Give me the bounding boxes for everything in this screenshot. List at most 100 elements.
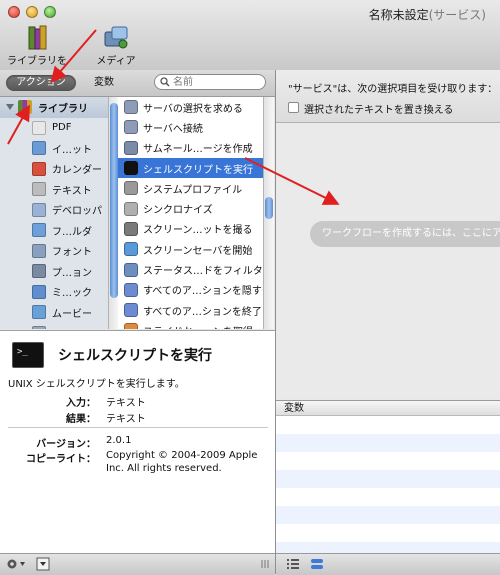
pdf-icon bbox=[32, 120, 46, 135]
library-item-label: フォント bbox=[52, 247, 92, 259]
window-title: 名称未設定(サービス) bbox=[369, 6, 486, 23]
resize-grip-icon[interactable] bbox=[260, 557, 270, 571]
action-item[interactable]: ステータス…ドをフィルタ bbox=[118, 259, 263, 279]
library-item-label: テキスト bbox=[52, 185, 92, 197]
action-item[interactable]: スクリーン…ットを撮る bbox=[118, 219, 263, 239]
terminal-icon: >_ bbox=[12, 342, 44, 368]
library-item[interactable]: フォント bbox=[0, 241, 118, 262]
list-view-icon[interactable] bbox=[286, 557, 300, 571]
library-item[interactable]: PDF bbox=[0, 118, 118, 139]
library-item-label: PDF bbox=[52, 122, 72, 134]
media-button[interactable]: メディア bbox=[94, 24, 138, 67]
server-icon bbox=[124, 100, 138, 115]
copyright-line2: Inc. All rights reserved. bbox=[106, 463, 222, 474]
tab-actions[interactable]: アクション bbox=[6, 75, 76, 91]
action-item-label: サーバの選択を求める bbox=[143, 103, 243, 115]
action-title: シェルスクリプトを実行 bbox=[58, 348, 212, 364]
action-item-label: シンクロナイズ bbox=[143, 205, 213, 217]
action-item-label: システムプロファイル bbox=[143, 184, 243, 196]
close-button[interactable] bbox=[8, 6, 20, 18]
search-field[interactable] bbox=[154, 74, 266, 90]
library-item[interactable]: イ…ット bbox=[0, 138, 118, 159]
service-input-header: "サービス"は、次の選択項目を受け取ります： 選択されたテキストを置き換える bbox=[276, 70, 500, 123]
action-item-label: すべてのア…ションを終了 bbox=[143, 306, 262, 318]
gear-icon[interactable] bbox=[5, 557, 27, 571]
action-item-label: スクリーン…ットを撮る bbox=[143, 225, 253, 237]
thumbnail-icon bbox=[124, 140, 138, 155]
action-item-label: サムネール…ージを作成 bbox=[143, 144, 253, 156]
media-label: メディア bbox=[96, 56, 136, 67]
library-scroll-thumb[interactable] bbox=[110, 103, 118, 298]
terminal-prompt: >_ bbox=[17, 347, 28, 357]
action-item[interactable]: サーバへ接続 bbox=[118, 117, 263, 137]
mail-icon bbox=[32, 325, 46, 329]
action-item[interactable]: システムプロファイル bbox=[118, 178, 263, 198]
library-bottom-bar bbox=[0, 553, 275, 575]
variables-list[interactable] bbox=[276, 416, 500, 553]
minimize-button[interactable] bbox=[26, 6, 38, 18]
library-books-icon bbox=[18, 100, 32, 115]
actions-scrollbar[interactable] bbox=[263, 97, 274, 329]
workflow-hint: ワークフローを作成するには、ここにアクションまたはファイルをドラッグしてください… bbox=[310, 221, 500, 247]
font-icon bbox=[32, 243, 46, 258]
library-item-label: イ…ット bbox=[52, 144, 92, 156]
system-profile-icon bbox=[124, 181, 138, 196]
library-item-label: カレンダー bbox=[52, 165, 102, 177]
action-item[interactable]: すべてのア…ションを終了 bbox=[118, 300, 263, 320]
action-description-pane: >_ シェルスクリプトを実行 UNIX シェルスクリプトを実行します。 入力： … bbox=[0, 330, 275, 553]
actions-list: サーバの選択を求める サーバへ接続サムネール…ージを作成 シェルスクリプトを実行シス… bbox=[118, 97, 263, 329]
action-item-label: ステータス…ドをフィルタ bbox=[143, 266, 263, 278]
window-title-suffix: (サービス) bbox=[428, 8, 486, 22]
library-list: ライブラリ PDF イ…ットカレンダーテキストデベロッパ フ…ルダフォントプ…ョンミ… bbox=[0, 97, 119, 329]
action-item-label: サーバへ接続 bbox=[143, 123, 203, 135]
detail-separator bbox=[8, 427, 268, 428]
sync-icon bbox=[124, 201, 138, 216]
tab-variables[interactable]: 変数 bbox=[88, 75, 120, 91]
replace-selected-text-checkbox[interactable] bbox=[288, 102, 299, 113]
developer-icon bbox=[32, 202, 46, 217]
zoom-button[interactable] bbox=[44, 6, 56, 18]
action-item[interactable]: シンクロナイズ bbox=[118, 198, 263, 218]
replace-selected-text-label[interactable]: 選択されたテキストを置き換える bbox=[304, 101, 453, 116]
server-connect-icon bbox=[124, 120, 138, 135]
text-icon bbox=[32, 182, 46, 197]
library-item-label: ミ…ック bbox=[52, 288, 92, 300]
search-input[interactable] bbox=[173, 75, 261, 89]
library-item[interactable]: ミ…ック bbox=[0, 282, 118, 303]
library-item[interactable]: ムービー bbox=[0, 302, 118, 323]
copyright-line1: Copyright © 2004-2009 Apple bbox=[106, 450, 258, 461]
library-item[interactable]: カレンダー bbox=[0, 159, 118, 180]
slide-icon bbox=[124, 323, 138, 329]
action-item[interactable]: サムネール…ージを作成 bbox=[118, 138, 263, 158]
filter-icon bbox=[124, 262, 138, 277]
terminal-icon bbox=[124, 161, 138, 176]
action-item[interactable]: スクリーンセーバを開始 bbox=[118, 239, 263, 259]
log-view-icon[interactable] bbox=[310, 557, 324, 571]
input-value: テキスト bbox=[106, 398, 146, 409]
result-label: 結果： bbox=[66, 414, 96, 425]
workflow-canvas[interactable]: ワークフローを作成するには、ここにアクションまたはファイルをドラッグしてください… bbox=[276, 123, 500, 399]
library-item[interactable]: プ…ョン bbox=[0, 261, 118, 282]
action-item[interactable]: サーバの選択を求める bbox=[118, 97, 263, 117]
library-item[interactable]: フ…ルダ bbox=[0, 220, 118, 241]
quit-apps-icon bbox=[124, 303, 138, 318]
action-item[interactable]: スライドか…ョンを取得 bbox=[118, 320, 263, 329]
media-icon bbox=[102, 24, 130, 52]
folder-icon bbox=[32, 223, 46, 238]
library-root-label: ライブラリ bbox=[38, 103, 88, 115]
library-root[interactable]: ライブラリ bbox=[0, 97, 118, 118]
internet-icon bbox=[32, 141, 46, 156]
toggle-description-icon[interactable] bbox=[36, 557, 50, 571]
action-item[interactable]: シェルスクリプトを実行 bbox=[118, 157, 263, 179]
calendar-icon bbox=[32, 161, 46, 176]
library-icon bbox=[23, 24, 51, 52]
library-item[interactable]: メール bbox=[0, 323, 118, 329]
screensaver-icon bbox=[124, 242, 138, 257]
search-icon bbox=[160, 77, 170, 87]
action-item[interactable]: すべてのア…ションを隠す bbox=[118, 280, 263, 300]
presentation-icon bbox=[32, 264, 46, 279]
disclosure-triangle-icon[interactable] bbox=[6, 104, 14, 111]
actions-scroll-thumb[interactable] bbox=[265, 197, 273, 219]
library-item[interactable]: デベロッパ bbox=[0, 200, 118, 221]
library-item[interactable]: テキスト bbox=[0, 179, 118, 200]
